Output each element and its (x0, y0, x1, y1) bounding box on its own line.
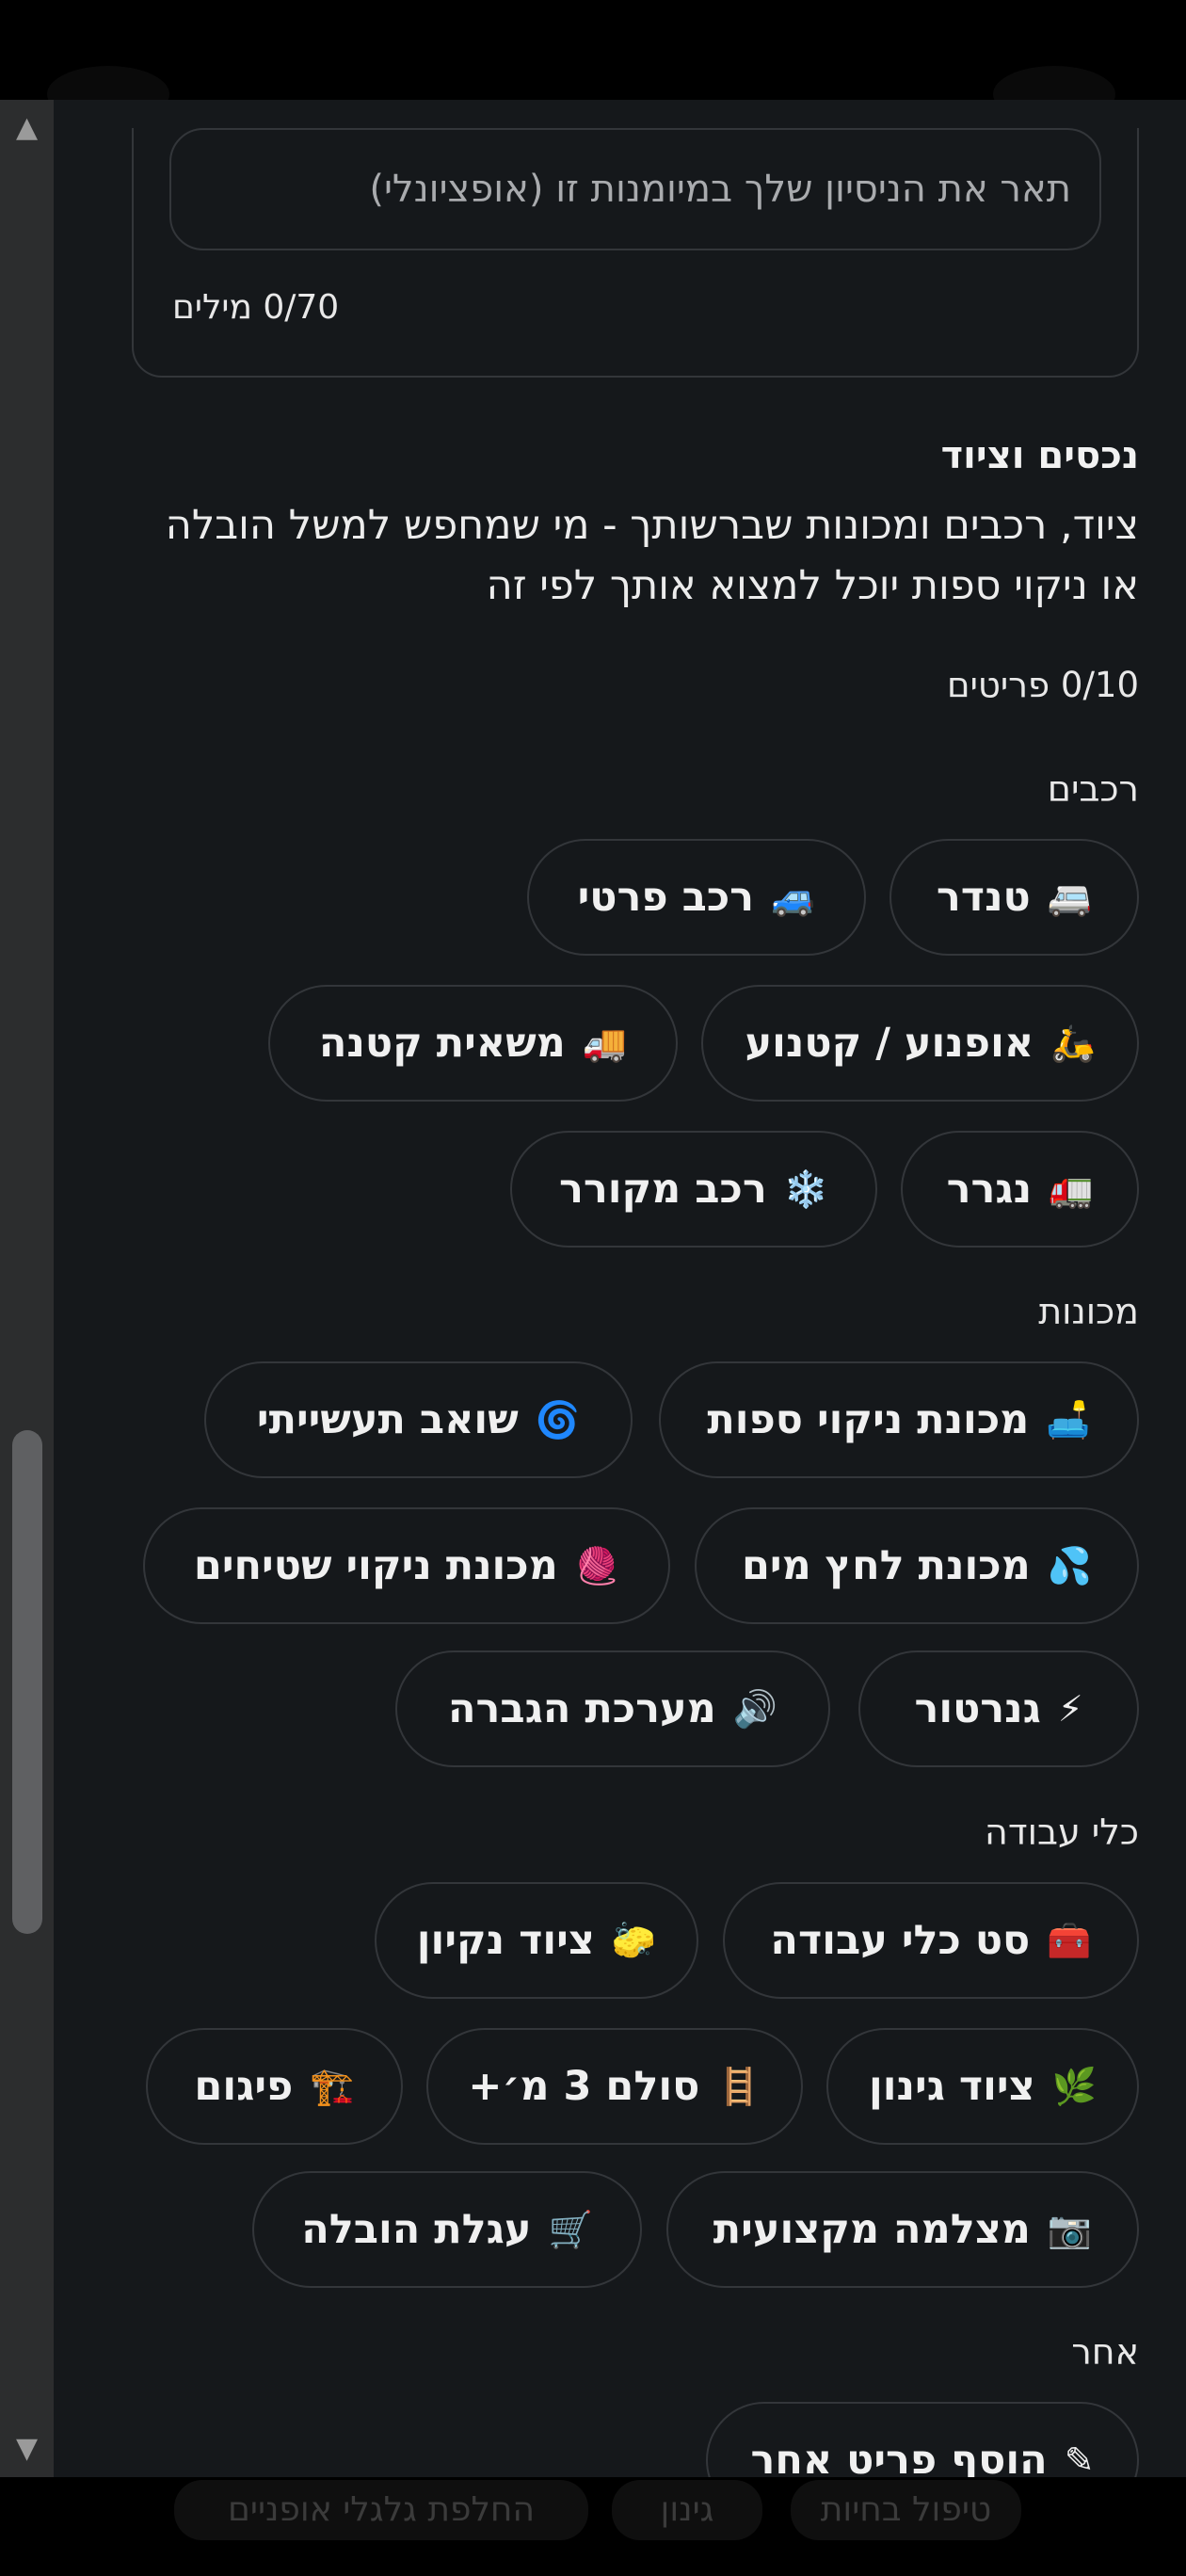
chip-ladder[interactable]: 🪜 סולם 3 מ׳+ (426, 2028, 803, 2145)
chip-label: ציוד גינון (869, 2063, 1035, 2110)
chip-refrigerated[interactable]: ❄️ רכב מקורר (510, 1131, 877, 1248)
chip-label: עגלת הובלה (301, 2206, 532, 2253)
chip-label: סולם 3 מ׳+ (468, 2063, 700, 2110)
scooter-icon: 🛵 (1050, 1022, 1096, 1064)
chip-carpet-cleaning[interactable]: 🧶 מכונת ניקוי שטיחים (143, 1507, 670, 1624)
vacuum-icon: 🌀 (535, 1398, 581, 1441)
top-bar (0, 0, 1186, 122)
bg-chip-pets: טיפול בחיות (791, 2480, 1021, 2540)
chip-trailer[interactable]: 🚛 נגרר (901, 1131, 1139, 1248)
chip-label: מכונת ניקוי שטיחים (193, 1542, 558, 1589)
toolbox-icon: 🧰 (1047, 1919, 1092, 1961)
van-icon: 🚐 (1047, 876, 1093, 918)
chip-motorcycle[interactable]: 🛵 אופנוע / קטנוע (701, 985, 1139, 1102)
pencil-icon: ✎ (1064, 2439, 1095, 2477)
category-tools: כלי עבודה (985, 1811, 1139, 1853)
chip-label: מערכת הגברה (447, 1685, 716, 1732)
chip-cleaning-gear[interactable]: 🧽 ציוד נקיון (375, 1882, 698, 1999)
chip-label: אופנוע / קטנוע (745, 1020, 1034, 1067)
sponge-icon: 🧽 (611, 1919, 657, 1961)
chip-industrial-vacuum[interactable]: 🌀 שואב תעשייתי (204, 1361, 633, 1478)
chip-label: נגרר (946, 1166, 1033, 1213)
chip-label: מצלמה מקצועית (713, 2206, 1031, 2253)
chip-generator[interactable]: ⚡ גנרטור (858, 1650, 1139, 1767)
items-counter: 0/10 פריטים (947, 665, 1139, 705)
chip-label: טנדר (936, 874, 1031, 921)
trailer-icon: 🚛 (1049, 1167, 1094, 1210)
chip-label: מכונת ניקוי ספות (707, 1396, 1030, 1443)
chip-pro-camera[interactable]: 📷 מצלמה מקצועית (666, 2171, 1139, 2288)
bg-chip-gardening: גינון (612, 2480, 762, 2540)
chip-label: ציוד נקיון (416, 1917, 595, 1964)
category-other: אחר (1071, 2331, 1139, 2373)
assets-description: ציוד, רכבים ומכונות שברשותך - מי שמחפש ל… (165, 502, 1139, 609)
truck-icon: 🚚 (582, 1022, 628, 1064)
chip-label: סט כלי עבודה (770, 1917, 1031, 1964)
scroll-down-arrow-icon[interactable]: ▼ (0, 2430, 54, 2468)
sofa-icon: 🛋️ (1046, 1398, 1091, 1441)
chip-moving-cart[interactable]: 🛒 עגלת הובלה (252, 2171, 642, 2288)
scrollbar-thumb[interactable] (12, 1430, 42, 1934)
chip-label: רכב פרטי (577, 874, 755, 921)
chip-sofa-cleaning[interactable]: 🛋️ מכונת ניקוי ספות (659, 1361, 1139, 1478)
chip-gardening-gear[interactable]: 🌿 ציוד גינון (826, 2028, 1139, 2145)
assets-title: נכסים וציוד (940, 434, 1139, 477)
category-machines: מכונות (1038, 1291, 1139, 1332)
lightning-icon: ⚡ (1057, 1688, 1083, 1730)
word-counter: 0/70 מילים (172, 288, 340, 327)
car-icon: 🚙 (771, 876, 816, 918)
chip-small-truck[interactable]: 🚚 משאית קטנה (268, 985, 678, 1102)
carpet-icon: 🧶 (574, 1544, 620, 1586)
chip-tender[interactable]: 🚐 טנדר (890, 839, 1139, 956)
chip-pressure-washer[interactable]: 💦 מכונת לחץ מים (695, 1507, 1139, 1624)
scroll-up-arrow-icon[interactable]: ▲ (0, 109, 54, 147)
water-icon: 💦 (1047, 1544, 1093, 1586)
chip-add-other[interactable]: ✎ הוסף פריט אחר (706, 2402, 1139, 2477)
chip-scaffolding[interactable]: 🏗️ פיגום (146, 2028, 403, 2145)
speaker-icon: 🔊 (732, 1687, 778, 1730)
chip-label: רכב מקורר (558, 1166, 767, 1213)
category-vehicles: רכבים (1047, 768, 1139, 810)
chip-label: פיגום (194, 2063, 294, 2110)
scaffold-icon: 🏗️ (310, 2065, 355, 2107)
bg-chip-bike-wheels: החלפת גלגלי אופניים (174, 2480, 588, 2540)
snowflake-icon: ❄️ (783, 1167, 829, 1210)
chip-toolkit[interactable]: 🧰 סט כלי עבודה (723, 1882, 1139, 1999)
leaf-icon: 🌿 (1051, 2065, 1097, 2107)
chip-label: שואב תעשייתי (256, 1396, 519, 1443)
cart-icon: 🛒 (548, 2208, 593, 2250)
chip-label: הוסף פריט אחר (750, 2437, 1048, 2477)
chip-label: מכונת לחץ מים (741, 1542, 1031, 1589)
scrollbar[interactable]: ▲ ▼ (0, 100, 54, 2477)
experience-textarea[interactable]: תאר את הניסיון שלך במיומנות זו (אופציונל… (169, 128, 1101, 250)
ladder-icon: 🪜 (716, 2065, 761, 2107)
camera-icon: 📷 (1047, 2208, 1093, 2250)
chip-sound-system[interactable]: 🔊 מערכת הגברה (395, 1650, 830, 1767)
chip-private-car[interactable]: 🚙 רכב פרטי (527, 839, 866, 956)
chip-label: משאית קטנה (318, 1020, 566, 1067)
scroll-panel: תאר את הניסיון שלך במיומנות זו (אופציונל… (0, 100, 1186, 2477)
chip-label: גנרטור (914, 1685, 1041, 1732)
